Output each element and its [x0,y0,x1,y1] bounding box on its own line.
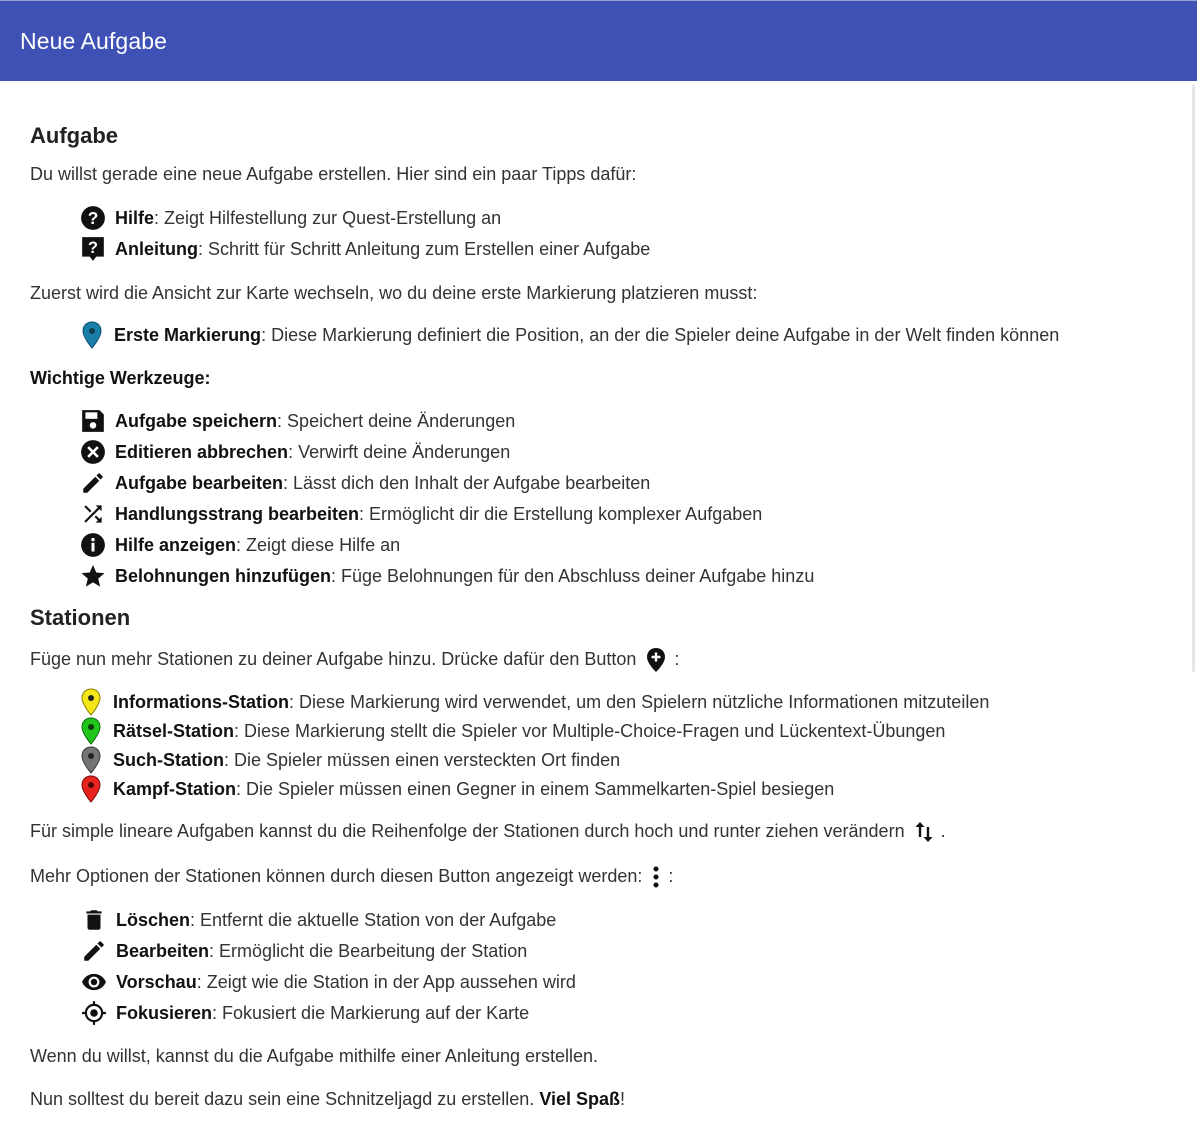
item-label: Handlungsstrang bearbeiten [115,503,360,524]
item-label: Informations-Station [113,691,289,712]
pencil-icon [81,938,107,964]
stationen-intro-suffix: : [674,648,680,669]
final-text-bold: Viel Spaß [539,1089,621,1109]
item-desc: : Die Spieler müssen einen versteckten O… [224,749,621,770]
item-label: Hilfe anzeigen [115,534,237,555]
item-label: Kampf-Station [113,778,236,799]
list-item-aufgabe-bearbeiten: Aufgabe bearbeiten: Lässt dich den Inhal… [80,470,650,496]
options-text-body: Mehr Optionen der Stationen können durch… [30,865,643,886]
item-desc: : Ermöglicht die Bearbeitung der Station [209,940,528,961]
reorder-text: Für simple lineare Aufgaben kannst du di… [30,820,946,844]
list-item-bearbeiten: Bearbeiten: Ermöglicht die Bearbeitung d… [81,938,527,964]
new-quest-help-dialog: Neue Aufgabe Aufgabe Du willst gerade ei… [0,0,1197,1128]
item-label: Hilfe [115,207,155,228]
item-label: Editieren abbrechen [115,441,289,462]
gps-target-icon [81,1000,107,1026]
help-bubble-icon: ? [80,236,106,262]
cancel-circle-icon [80,439,106,465]
item-label: Rätsel-Station [113,720,235,741]
item-label: Löschen [116,909,191,930]
item-label: Aufgabe bearbeiten [115,472,284,493]
item-desc: : Füge Belohnungen für den Abschluss dei… [330,565,815,586]
pencil-icon [80,470,106,496]
final-text: Nun solltest du bereit dazu sein eine Sc… [30,1089,625,1110]
item-desc: : Ermöglicht dir die Erstellung komplexe… [359,503,763,524]
item-label: Belohnungen hinzufügen [115,565,331,586]
svg-text:?: ? [88,239,98,257]
shuffle-icon [80,501,106,527]
reorder-text-suffix: . [940,820,946,841]
star-icon [80,563,106,589]
list-item-raetsel-station: Rätsel-Station: Diese Markierung stellt … [78,717,946,745]
item-label: Fokusieren [116,1002,213,1023]
stationen-intro-text: Füge nun mehr Stationen zu deiner Aufgab… [30,648,637,669]
item-desc: : Zeigt wie die Station in der App ausse… [196,971,576,992]
item-desc: : Die Spieler müssen einen Gegner in ein… [236,778,835,799]
item-desc: : Verwirft deine Änderungen [288,441,511,462]
yellow-marker-icon [78,688,104,716]
list-item-loeschen: Löschen: Entfernt die aktuelle Station v… [81,907,556,933]
options-text: Mehr Optionen der Stationen können durch… [30,865,673,889]
list-item-editieren-abbrechen: Editieren abbrechen: Verwirft deine Ände… [80,439,510,465]
blue-marker-icon [79,321,105,349]
item-desc: : Diese Markierung wird verwendet, um de… [289,691,990,712]
help-circle-icon: ? [80,205,106,231]
guide-text: Wenn du willst, kannst du die Aufgabe mi… [30,1046,599,1066]
item-desc: : Diese Markierung stellt die Spieler vo… [234,720,946,741]
trash-icon [81,907,107,933]
item-label: Bearbeiten [116,940,210,961]
list-item-vorschau: Vorschau: Zeigt wie die Station in der A… [81,969,576,995]
green-marker-icon [78,717,104,745]
item-desc: : Fokusiert die Markierung auf der Karte [212,1002,530,1023]
eye-icon [81,969,107,995]
save-icon [80,408,106,434]
item-desc: : Entfernt die aktuelle Station von der … [190,909,557,930]
list-item-such-station: Such-Station: Die Spieler müssen einen v… [78,746,621,774]
list-item-hilfe-anzeigen: Hilfe anzeigen: Zeigt diese Hilfe an [80,532,400,558]
options-text-suffix: : [668,865,674,886]
swap-vertical-icon [913,820,935,844]
section-heading-aufgabe: Aufgabe [30,123,118,148]
more-vert-icon [650,865,662,889]
dialog-header: Neue Aufgabe [0,0,1197,81]
add-location-icon [644,647,668,673]
item-desc: : Diese Markierung definiert die Positio… [261,324,1060,345]
item-desc: : Zeigt Hilfestellung zur Quest-Erstellu… [154,207,502,228]
list-item-erste-markierung: Erste Markierung: Diese Markierung defin… [79,321,1060,349]
list-item-hilfe: ? Hilfe: Zeigt Hilfestellung zur Quest-E… [80,205,501,231]
item-desc: : Zeigt diese Hilfe an [236,534,401,555]
list-item-fokusieren: Fokusieren: Fokusiert die Markierung auf… [81,1000,529,1026]
list-item-informations-station: Informations-Station: Diese Markierung w… [78,688,990,716]
dialog-title: Neue Aufgabe [20,27,167,54]
svg-text:?: ? [88,208,99,228]
list-item-handlungsstrang-bearbeiten: Handlungsstrang bearbeiten: Ermöglicht d… [80,501,762,527]
item-desc: : Lässt dich den Inhalt der Aufgabe bear… [283,472,651,493]
red-marker-icon [78,775,104,803]
final-text-body: Nun solltest du bereit dazu sein eine Sc… [30,1089,535,1109]
item-desc: : Speichert deine Änderungen [277,410,516,431]
item-label: Aufgabe speichern [115,410,278,431]
reorder-text-body: Für simple lineare Aufgaben kannst du di… [30,820,905,841]
item-label: Erste Markierung [114,324,262,345]
aufgabe-intro: Du willst gerade eine neue Aufgabe erste… [30,164,637,184]
section-heading-stationen: Stationen [30,605,131,630]
item-label: Anleitung [115,238,198,259]
list-item-kampf-station: Kampf-Station: Die Spieler müssen einen … [78,775,835,803]
gray-marker-icon [78,746,104,774]
stationen-intro: Füge nun mehr Stationen zu deiner Aufgab… [30,647,679,673]
final-text-suffix: ! [620,1089,626,1109]
list-item-anleitung: ? Anleitung: Schritt für Schritt Anleitu… [80,236,650,262]
list-item-belohnungen-hinzufuegen: Belohnungen hinzufügen: Füge Belohnungen… [80,563,814,589]
scrollbar[interactable] [1192,84,1195,672]
item-label: Vorschau [116,971,197,992]
info-icon [80,532,106,558]
item-label: Such-Station [113,749,224,770]
tools-heading: Wichtige Werkzeuge: [30,368,211,388]
map-intro: Zuerst wird die Ansicht zur Karte wechse… [30,283,758,303]
item-desc: : Schritt für Schritt Anleitung zum Erst… [198,238,651,259]
list-item-aufgabe-speichern: Aufgabe speichern: Speichert deine Änder… [80,408,515,434]
